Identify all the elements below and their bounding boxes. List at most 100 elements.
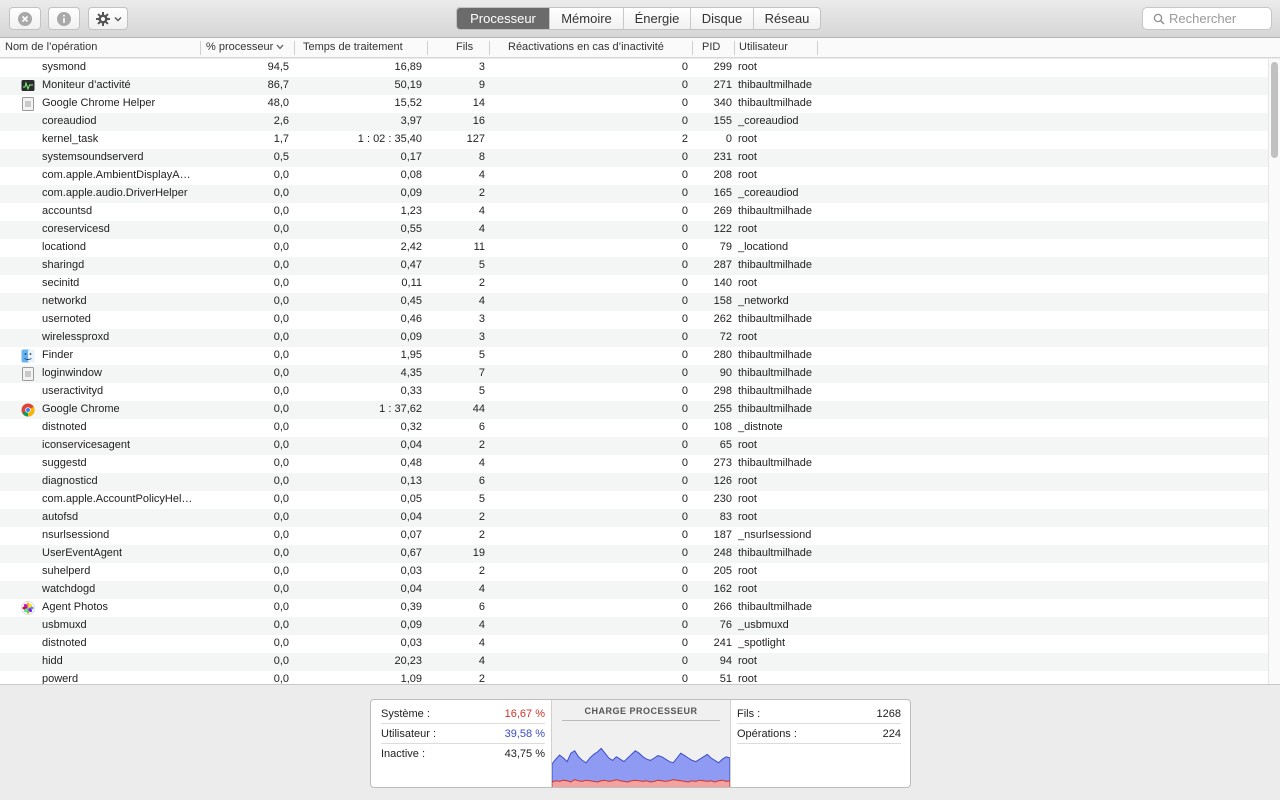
- column-threads[interactable]: Fils: [456, 41, 473, 53]
- cell-threads: 5: [478, 349, 485, 361]
- table-row[interactable]: Google Chrome Helper 48,0 15,52 14 0 340 thiba…: [0, 95, 1268, 113]
- table-row[interactable]: Google Chrome 0,0 1 : 37,62 44 0 255 thibaultm…: [0, 401, 1268, 419]
- cell-threads: 8: [478, 151, 485, 163]
- cell-cpu: 48,0: [267, 97, 289, 109]
- column-divider[interactable]: [817, 41, 818, 55]
- table-row[interactable]: nsurlsessiond 0,0 0,07 2 0 187 _nsurlsessiond: [0, 527, 1268, 545]
- table-row[interactable]: Moniteur d’activité 86,7 50,19 9 0 271 thibaul…: [0, 77, 1268, 95]
- column-divider[interactable]: [294, 41, 295, 55]
- cell-threads: 2: [478, 439, 485, 451]
- column-divider[interactable]: [489, 41, 490, 55]
- cell-user: thibaultmilhade: [738, 385, 812, 397]
- cell-wakeups: 0: [681, 259, 688, 271]
- cell-wakeups: 0: [681, 241, 688, 253]
- column-divider[interactable]: [692, 41, 693, 55]
- cell-name: Google Chrome: [42, 403, 120, 415]
- cell-time: 0,17: [400, 151, 422, 163]
- cell-user: _usbmuxd: [738, 619, 789, 631]
- cell-wakeups: 0: [681, 385, 688, 397]
- cell-wakeups: 0: [681, 169, 688, 181]
- cell-user: root: [738, 493, 757, 505]
- cell-wakeups: 0: [681, 583, 688, 595]
- cell-cpu: 0,0: [273, 565, 289, 577]
- column-pid[interactable]: PID: [702, 41, 720, 53]
- table-row[interactable]: useractivityd 0,0 0,33 5 0 298 thibaultmilhade: [0, 383, 1268, 401]
- cell-threads: 5: [478, 259, 485, 271]
- table-row[interactable]: accountsd 0,0 1,23 4 0 269 thibaultmilhade: [0, 203, 1268, 221]
- cell-name: wirelessproxd: [42, 331, 110, 343]
- table-row[interactable]: distnoted 0,0 0,32 6 0 108 _distnote: [0, 419, 1268, 437]
- table-row[interactable]: coreaudiod 2,6 3,97 16 0 155 _coreaudiod: [0, 113, 1268, 131]
- cell-cpu: 0,0: [273, 619, 289, 631]
- column-divider[interactable]: [427, 41, 428, 55]
- scrollbar-thumb[interactable]: [1271, 62, 1278, 158]
- table-row[interactable]: networkd 0,0 0,45 4 0 158 _networkd: [0, 293, 1268, 311]
- table-row[interactable]: locationd 0,0 2,42 11 0 79 _locationd: [0, 239, 1268, 257]
- inspect-button[interactable]: [48, 7, 80, 30]
- vertical-scrollbar[interactable]: [1268, 59, 1280, 684]
- table-row[interactable]: Agent Photos 0,0 0,39 6 0 266 thibaultmilhade: [0, 599, 1268, 617]
- table-row[interactable]: Finder 0,0 1,95 5 0 280 thibaultmilhade: [0, 347, 1268, 365]
- cell-user: _nsurlsessiond: [738, 529, 812, 541]
- cell-time: 0,33: [400, 385, 422, 397]
- tab-memoire[interactable]: Mémoire: [549, 8, 623, 29]
- table-row[interactable]: distnoted 0,0 0,03 4 0 241 _spotlight: [0, 635, 1268, 653]
- tab-reseau[interactable]: Réseau: [753, 8, 820, 29]
- cell-threads: 9: [478, 79, 485, 91]
- table-row[interactable]: autofsd 0,0 0,04 2 0 83 root: [0, 509, 1268, 527]
- table-row[interactable]: sysmond 94,5 16,89 3 0 299 root: [0, 59, 1268, 77]
- cell-time: 0,39: [400, 601, 422, 613]
- cell-cpu: 94,5: [267, 61, 289, 73]
- cell-name: watchdogd: [42, 583, 96, 595]
- quit-process-button[interactable]: [9, 7, 41, 30]
- cell-threads: 4: [478, 205, 485, 217]
- table-row[interactable]: suhelperd 0,0 0,03 2 0 205 root: [0, 563, 1268, 581]
- cell-time: 0,47: [400, 259, 422, 271]
- cell-threads: 3: [478, 331, 485, 343]
- table-row[interactable]: com.apple.AmbientDisplayA… 0,0 0,08 4 0 208 ro…: [0, 167, 1268, 185]
- tab-disque[interactable]: Disque: [690, 8, 753, 29]
- cell-time: 0,55: [400, 223, 422, 235]
- cell-threads: 6: [478, 421, 485, 433]
- table-row[interactable]: diagnosticd 0,0 0,13 6 0 126 root: [0, 473, 1268, 491]
- table-row[interactable]: sharingd 0,0 0,47 5 0 287 thibaultmilhade: [0, 257, 1268, 275]
- table-row[interactable]: systemsoundserverd 0,5 0,17 8 0 231 root: [0, 149, 1268, 167]
- column-divider[interactable]: [734, 41, 735, 55]
- table-row[interactable]: powerd 0,0 1,09 2 0 51 root: [0, 671, 1268, 684]
- table-row[interactable]: com.apple.audio.DriverHelper 0,0 0,09 2 0 165…: [0, 185, 1268, 203]
- cell-name: usbmuxd: [42, 619, 87, 631]
- column-cpu[interactable]: % processeur: [206, 41, 284, 53]
- idle-label: Inactive :: [381, 748, 426, 760]
- table-row[interactable]: usernoted 0,0 0,46 3 0 262 thibaultmilhade: [0, 311, 1268, 329]
- table-row[interactable]: suggestd 0,0 0,48 4 0 273 thibaultmilhade: [0, 455, 1268, 473]
- cell-threads: 16: [472, 115, 485, 127]
- search-input[interactable]: Rechercher: [1142, 7, 1272, 30]
- table-row[interactable]: UserEventAgent 0,0 0,67 19 0 248 thibaultmilha…: [0, 545, 1268, 563]
- tab-energie[interactable]: Énergie: [623, 8, 690, 29]
- table-row[interactable]: watchdogd 0,0 0,04 4 0 162 root: [0, 581, 1268, 599]
- column-wakeups[interactable]: Réactivations en cas d’inactivité: [508, 41, 664, 53]
- cell-time: 0,07: [400, 529, 422, 541]
- table-row[interactable]: usbmuxd 0,0 0,09 4 0 76 _usbmuxd: [0, 617, 1268, 635]
- user-stat: Utilisateur : 39,58 %: [381, 724, 545, 744]
- cell-user: _spotlight: [738, 637, 786, 649]
- table-row[interactable]: secinitd 0,0 0,11 2 0 140 root: [0, 275, 1268, 293]
- column-time[interactable]: Temps de traitement: [303, 41, 403, 53]
- tab-processeur[interactable]: Processeur: [457, 8, 549, 29]
- table-row[interactable]: coreservicesd 0,0 0,55 4 0 122 root: [0, 221, 1268, 239]
- cell-time: 0,03: [400, 637, 422, 649]
- table-row[interactable]: wirelessproxd 0,0 0,09 3 0 72 root: [0, 329, 1268, 347]
- cpu-load-graph: CHARGE PROCESSEUR: [551, 700, 731, 787]
- table-row[interactable]: iconservicesagent 0,0 0,04 2 0 65 root: [0, 437, 1268, 455]
- column-name[interactable]: Nom de l’opération: [5, 41, 97, 53]
- table-row[interactable]: kernel_task 1,7 1 : 02 : 35,40 127 2 0 root: [0, 131, 1268, 149]
- cell-cpu: 0,0: [273, 367, 289, 379]
- thread-stats: Fils : 1268 Opérations : 224: [731, 700, 910, 787]
- table-row[interactable]: hidd 0,0 20,23 4 0 94 root: [0, 653, 1268, 671]
- column-user[interactable]: Utilisateur: [739, 41, 788, 53]
- cell-time: 0,05: [400, 493, 422, 505]
- table-row[interactable]: loginwindow 0,0 4,35 7 0 90 thibaultmilhade: [0, 365, 1268, 383]
- table-row[interactable]: com.apple.AccountPolicyHel… 0,0 0,05 5 0 230 r…: [0, 491, 1268, 509]
- column-divider[interactable]: [200, 41, 201, 55]
- actions-menu-button[interactable]: [88, 7, 128, 30]
